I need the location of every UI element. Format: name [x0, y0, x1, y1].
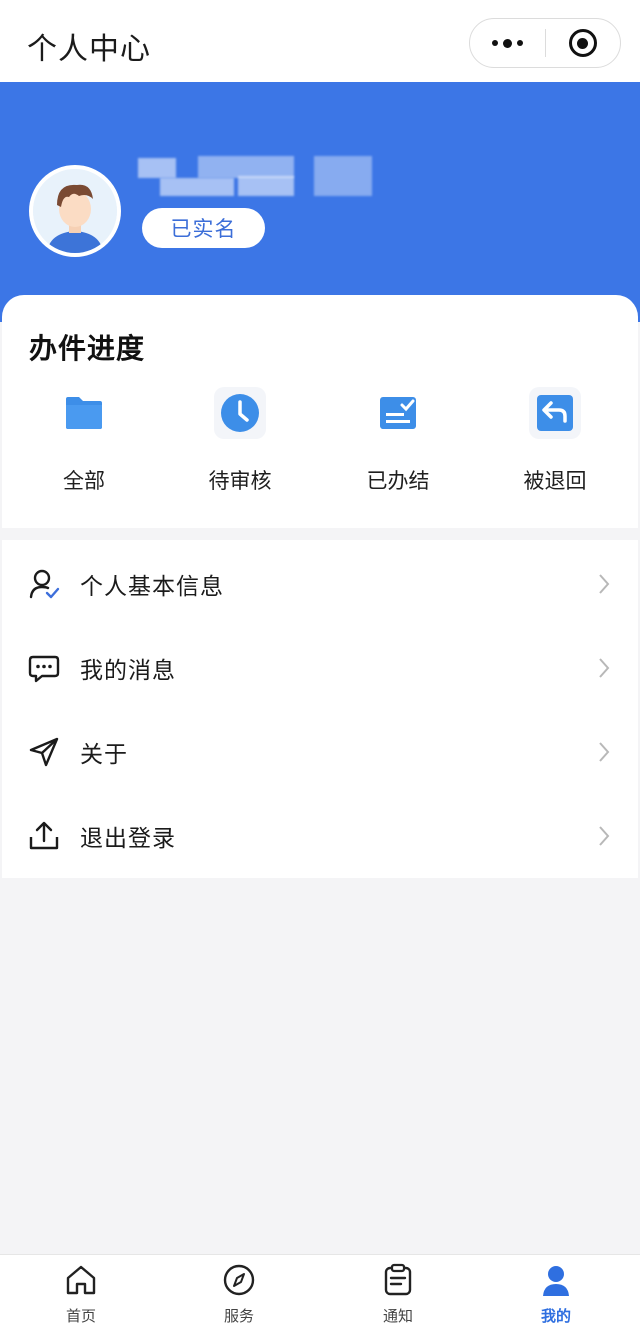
menu-item-about[interactable]: 关于 [2, 710, 638, 794]
tab-mine[interactable]: 我的 [506, 1255, 606, 1333]
menu-item-personal-info[interactable]: 个人基本信息 [2, 542, 638, 626]
folder-icon [66, 397, 102, 429]
menu-item-label: 我的消息 [80, 658, 176, 684]
progress-card: 办件进度 全部 待审核 已办结 被退回 [2, 295, 638, 528]
menu-item-label: 退出登录 [80, 826, 176, 852]
progress-item-all[interactable]: 全部 [24, 387, 144, 507]
chevron-right-icon [599, 826, 610, 846]
more-dots-icon [491, 38, 523, 48]
profile-banner: 已实名 [0, 82, 640, 322]
progress-item-returned[interactable]: 被退回 [495, 387, 615, 507]
clipboard-icon [384, 1263, 412, 1296]
bottom-tab-bar: 首页 服务 通知 我的 [0, 1254, 640, 1333]
return-arrow-icon [537, 395, 573, 431]
avatar[interactable] [29, 165, 121, 257]
compass-icon [223, 1264, 255, 1296]
close-button[interactable] [546, 19, 621, 67]
avatar-boy-icon [33, 169, 117, 253]
tab-label-active: 我的 [540, 1307, 571, 1325]
chat-bubble-icon [28, 655, 60, 683]
settings-menu: 个人基本信息 我的消息 关于 退出登录 [2, 540, 638, 878]
chevron-right-icon [599, 658, 610, 678]
menu-item-messages[interactable]: 我的消息 [2, 626, 638, 710]
home-icon [66, 1265, 96, 1295]
person-icon [543, 1266, 569, 1296]
progress-label: 已办结 [366, 469, 430, 493]
user-check-icon [29, 569, 60, 599]
progress-title: 办件进度 [29, 332, 146, 365]
tab-notifications[interactable]: 通知 [348, 1255, 448, 1333]
progress-label: 待审核 [208, 469, 272, 493]
progress-item-pending[interactable]: 待审核 [180, 387, 300, 507]
menu-item-label: 关于 [80, 742, 128, 768]
mini-program-capsule [469, 18, 621, 68]
verified-badge: 已实名 [142, 208, 265, 248]
progress-label: 全部 [63, 469, 105, 493]
progress-item-completed[interactable]: 已办结 [338, 387, 458, 507]
menu-item-logout[interactable]: 退出登录 [2, 794, 638, 878]
redacted-user-name [138, 156, 374, 200]
tab-home[interactable]: 首页 [31, 1255, 131, 1333]
tab-label: 服务 [223, 1307, 254, 1325]
target-circle-icon [568, 29, 597, 57]
top-nav-bar: 个人中心 [0, 0, 640, 82]
page-title: 个人中心 [27, 32, 151, 67]
chevron-right-icon [599, 742, 610, 762]
tab-label: 通知 [382, 1307, 413, 1325]
chevron-right-icon [599, 574, 610, 594]
progress-label: 被退回 [523, 469, 587, 493]
more-button[interactable] [470, 19, 545, 67]
checklist-icon [380, 397, 416, 429]
clock-icon [221, 394, 259, 432]
send-arrow-icon [29, 737, 59, 767]
menu-item-label: 个人基本信息 [80, 574, 224, 600]
tab-label: 首页 [65, 1307, 96, 1325]
upload-icon [29, 821, 59, 850]
tab-services[interactable]: 服务 [189, 1255, 289, 1333]
